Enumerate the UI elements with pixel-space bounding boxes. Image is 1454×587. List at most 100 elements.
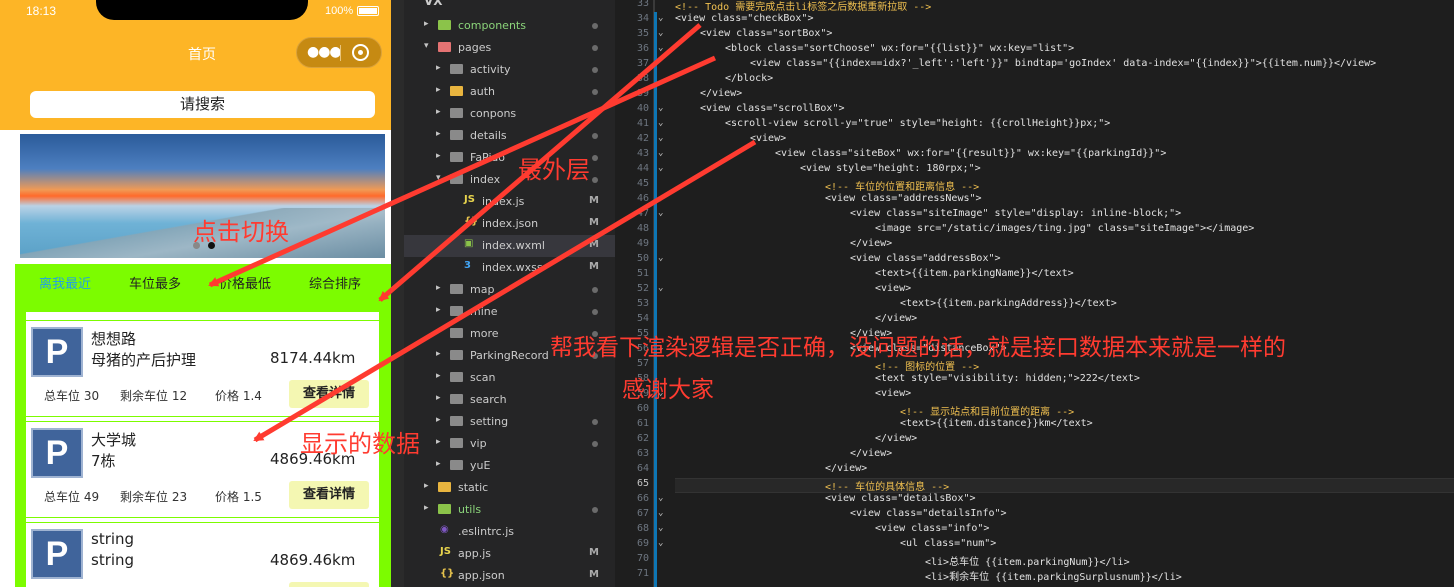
- code-line[interactable]: <view class="addressBox">: [850, 253, 1001, 264]
- fold-chevron-icon[interactable]: ⌄: [658, 148, 663, 158]
- code-line[interactable]: <li>总车位 {{item.parkingNum}}</li>: [925, 553, 1130, 568]
- chevron-down-icon[interactable]: ▾: [424, 41, 429, 51]
- close-target-icon[interactable]: [352, 44, 369, 61]
- tree-item[interactable]: JS index.js M: [404, 191, 615, 213]
- tree-item[interactable]: ▣ index.wxml M: [404, 235, 615, 257]
- view-details-button[interactable]: [289, 582, 369, 587]
- chevron-right-icon[interactable]: ▸: [424, 481, 429, 491]
- fold-chevron-icon[interactable]: ⌄: [658, 13, 663, 23]
- code-line[interactable]: </view>: [700, 88, 742, 99]
- chevron-right-icon[interactable]: ▸: [436, 107, 441, 117]
- code-line[interactable]: <view class="detailsBox">: [825, 493, 976, 504]
- code-line[interactable]: <view>: [750, 133, 786, 144]
- chevron-right-icon[interactable]: ▸: [436, 459, 441, 469]
- code-line[interactable]: </view>: [850, 238, 892, 249]
- chevron-right-icon[interactable]: ▸: [436, 393, 441, 403]
- tree-item[interactable]: ▸ scan: [404, 367, 615, 389]
- tree-item[interactable]: ▸ map: [404, 279, 615, 301]
- fold-chevron-icon[interactable]: ⌄: [658, 208, 663, 218]
- parking-card[interactable]: P string string 4869.46km: [26, 522, 379, 587]
- tree-item[interactable]: ▸ auth: [404, 81, 615, 103]
- tree-item[interactable]: ◉ .eslintrc.js: [404, 521, 615, 543]
- chevron-right-icon[interactable]: ▸: [436, 349, 441, 359]
- code-line[interactable]: </view>: [850, 448, 892, 459]
- view-details-button[interactable]: 查看详情: [289, 481, 369, 509]
- fold-chevron-icon[interactable]: ⌄: [658, 163, 663, 173]
- tree-item[interactable]: ▸ static: [404, 477, 615, 499]
- code-line[interactable]: </block>: [725, 73, 773, 84]
- code-line[interactable]: <block class="sortChoose" wx:for="{{list…: [725, 43, 1074, 54]
- chevron-right-icon[interactable]: ▸: [436, 327, 441, 337]
- chevron-right-icon[interactable]: ▸: [424, 19, 429, 29]
- fold-chevron-icon[interactable]: ⌄: [658, 253, 663, 263]
- code-line[interactable]: <!-- Todo 需要完成点击li标签之后数据重新拉取 -->: [675, 0, 931, 13]
- chevron-right-icon[interactable]: ▸: [436, 85, 441, 95]
- code-line[interactable]: <text>{{item.parkingName}}</text>: [875, 268, 1074, 279]
- tree-item[interactable]: ▸ conpons: [404, 103, 615, 125]
- tree-item[interactable]: JS app.js M: [404, 543, 615, 565]
- chevron-right-icon[interactable]: ▸: [436, 63, 441, 73]
- chevron-right-icon[interactable]: ▸: [436, 437, 441, 447]
- tree-item[interactable]: ▸ activity: [404, 59, 615, 81]
- chevron-right-icon[interactable]: ▸: [436, 305, 441, 315]
- search-input[interactable]: 请搜索: [30, 91, 375, 118]
- explorer-root-label[interactable]: VX: [424, 0, 443, 8]
- fold-chevron-icon[interactable]: ⌄: [658, 28, 663, 38]
- code-line[interactable]: <view class="addressNews">: [825, 193, 982, 204]
- code-line[interactable]: <view class="scrollBox">: [700, 103, 845, 114]
- tab-nearest[interactable]: 离我最近: [39, 273, 91, 292]
- code-line[interactable]: <view style="height: 180rpx;">: [800, 163, 981, 174]
- fold-chevron-icon[interactable]: ⌄: [658, 283, 663, 293]
- tree-item[interactable]: {} app.json M: [404, 565, 615, 587]
- chevron-right-icon[interactable]: ▸: [436, 371, 441, 381]
- tree-item[interactable]: ▸ search: [404, 389, 615, 411]
- tree-item[interactable]: {} index.json M: [404, 213, 615, 235]
- code-line[interactable]: <view class="siteBox" wx:for="{{result}}…: [775, 148, 1166, 159]
- fold-chevron-icon[interactable]: ⌄: [658, 118, 663, 128]
- code-editor[interactable]: 33 <!-- Todo 需要完成点击li标签之后数据重新拉取 --> 34 ⌄ <vi…: [615, 0, 1454, 587]
- code-line[interactable]: </view>: [875, 313, 917, 324]
- fold-chevron-icon[interactable]: ⌄: [658, 538, 663, 548]
- tree-item[interactable]: ▸ mine: [404, 301, 615, 323]
- tree-item[interactable]: ▸ components: [404, 15, 615, 37]
- code-line[interactable]: <li>剩余车位 {{item.parkingSurplusnum}}</li>: [925, 568, 1182, 583]
- code-line[interactable]: <image src="/static/images/ting.jpg" cla…: [875, 223, 1254, 234]
- chevron-down-icon[interactable]: ▾: [436, 173, 441, 183]
- chevron-right-icon[interactable]: ▸: [436, 415, 441, 425]
- code-line[interactable]: <view class="checkBox">: [675, 13, 813, 24]
- code-line[interactable]: <text style="visibility: hidden;">222</t…: [875, 373, 1140, 384]
- tree-item[interactable]: ▸ setting: [404, 411, 615, 433]
- tree-item[interactable]: ▸ vip: [404, 433, 615, 455]
- chevron-right-icon[interactable]: ▸: [424, 503, 429, 513]
- fold-chevron-icon[interactable]: ⌄: [658, 493, 663, 503]
- tree-item[interactable]: ▸ utils: [404, 499, 615, 521]
- tab-most-spots[interactable]: 车位最多: [129, 273, 181, 292]
- code-line[interactable]: <view class="siteImage" style="display: …: [850, 208, 1181, 219]
- chevron-right-icon[interactable]: ▸: [436, 129, 441, 139]
- code-line[interactable]: <view>: [875, 388, 911, 399]
- tab-lowest-price[interactable]: 价格最低: [219, 273, 271, 292]
- chevron-right-icon[interactable]: ▸: [436, 151, 441, 161]
- code-line[interactable]: <!-- 车位的具体信息 -->: [825, 478, 949, 493]
- code-line[interactable]: <view class="info">: [875, 523, 989, 534]
- code-line[interactable]: <text>{{item.parkingAddress}}</text>: [900, 298, 1117, 309]
- fold-chevron-icon[interactable]: ⌄: [658, 523, 663, 533]
- code-line[interactable]: <view>: [875, 283, 911, 294]
- code-line[interactable]: </view>: [825, 463, 867, 474]
- fold-chevron-icon[interactable]: ⌄: [658, 508, 663, 518]
- code-line[interactable]: <!-- 车位的位置和距离信息 -->: [825, 178, 979, 193]
- code-line[interactable]: <scroll-view scroll-y="true" style="heig…: [725, 118, 1110, 129]
- tree-item[interactable]: ▾ pages: [404, 37, 615, 59]
- code-line[interactable]: </view>: [875, 433, 917, 444]
- tree-item[interactable]: ▸ details: [404, 125, 615, 147]
- tab-overall-sort[interactable]: 综合排序: [309, 273, 361, 292]
- view-details-button[interactable]: 查看详情: [289, 380, 369, 408]
- chevron-right-icon[interactable]: ▸: [436, 283, 441, 293]
- tree-item[interactable]: 3 index.wxss M: [404, 257, 615, 279]
- code-line[interactable]: <view class="{{index==idx?'_left':'left'…: [750, 58, 1376, 69]
- code-line[interactable]: <ul class="num">: [900, 538, 996, 549]
- fold-chevron-icon[interactable]: ⌄: [658, 103, 663, 113]
- code-line[interactable]: <text>{{item.distance}}km</text>: [900, 418, 1093, 429]
- fold-chevron-icon[interactable]: ⌄: [658, 133, 663, 143]
- code-line[interactable]: <!-- 显示站点和目前位置的距离 -->: [900, 403, 1074, 418]
